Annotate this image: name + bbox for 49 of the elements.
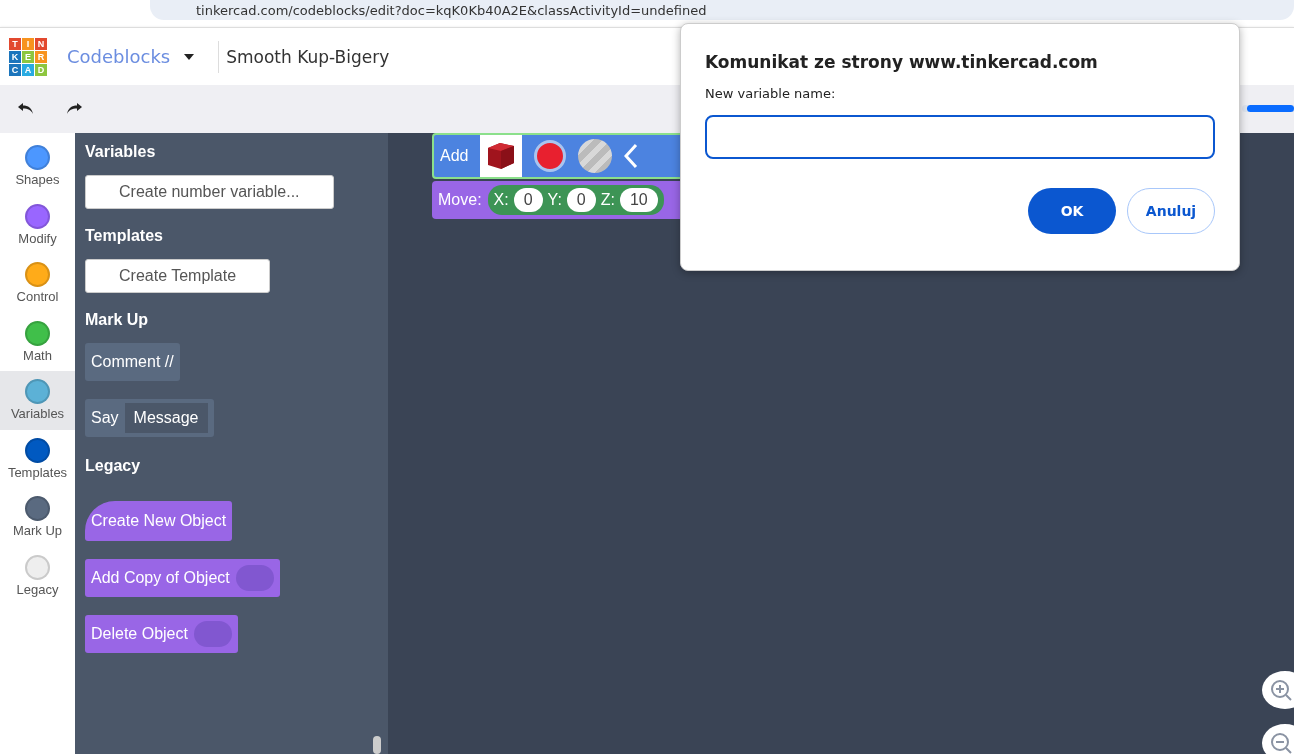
field-label: New variable name: xyxy=(705,86,837,101)
category-item[interactable]: Math xyxy=(0,312,75,371)
axis-label: X: xyxy=(493,191,509,209)
texture-swatch[interactable] xyxy=(578,139,613,173)
axis-label: Z: xyxy=(600,191,615,209)
section-heading: Templates xyxy=(85,227,163,245)
block-label: Add xyxy=(440,147,469,165)
create-button[interactable]: Create number variable... xyxy=(85,175,334,209)
scrollbar-thumb[interactable] xyxy=(373,736,381,754)
url-text: tinkercad.com/codeblocks/edit?doc=kqK0Kb40A2E&classActivityId=undefined xyxy=(196,2,707,18)
category-item[interactable]: Templates xyxy=(0,429,75,488)
section-heading: Mark Up xyxy=(85,311,149,329)
code-block[interactable]: Create New Object xyxy=(85,501,233,541)
category-item[interactable]: Mark Up xyxy=(0,488,75,547)
number-field[interactable]: 10 xyxy=(619,188,658,212)
category-item[interactable]: Variables xyxy=(0,371,75,430)
color-swatch[interactable] xyxy=(534,140,567,172)
block-label: Move: xyxy=(438,191,482,209)
ok-button[interactable]: OK xyxy=(1028,188,1116,234)
zoom-in-icon xyxy=(1270,679,1292,701)
number-field[interactable]: 0 xyxy=(513,188,543,212)
section-heading: Legacy xyxy=(85,457,141,475)
category-item[interactable]: Legacy xyxy=(0,546,75,605)
code-block[interactable]: Comment // xyxy=(85,343,180,381)
code-block[interactable]: Say Message xyxy=(85,399,214,437)
create-button[interactable]: Create Template xyxy=(85,259,271,293)
chevron-left-icon[interactable] xyxy=(624,143,639,169)
zoom-out-icon xyxy=(1270,732,1292,754)
axis-label: Y: xyxy=(547,191,562,209)
category-item[interactable]: Shapes xyxy=(0,137,75,196)
number-field[interactable]: 0 xyxy=(566,188,596,212)
block-label: Add Copy of Object xyxy=(91,569,230,587)
section-heading: Variables xyxy=(85,143,156,161)
category-item[interactable]: Control xyxy=(0,254,75,313)
redo-icon[interactable] xyxy=(65,102,83,116)
code-block[interactable]: Delete Object xyxy=(85,615,238,653)
tinkercad-logo[interactable]: T I N K E R C A D xyxy=(9,37,47,76)
cancel-button[interactable]: Anuluj xyxy=(1127,188,1215,234)
category-item[interactable]: Modify xyxy=(0,195,75,254)
cube-icon[interactable] xyxy=(480,135,523,177)
dialog-title: Komunikat ze strony www.tinkercad.com xyxy=(705,52,1099,72)
project-title[interactable]: Smooth Kup-Bigery xyxy=(218,40,390,73)
block-label: Delete Object xyxy=(91,625,188,643)
block-label: Say xyxy=(91,409,119,427)
address-bar[interactable]: tinkercad.com/codeblocks/edit?doc=kqK0Kb40A2E&classActivityId=undefined xyxy=(150,0,1294,20)
code-block[interactable]: Add Copy of Object xyxy=(85,559,280,597)
variable-name-field[interactable] xyxy=(705,115,1215,159)
caret-icon xyxy=(184,53,195,60)
block-input[interactable]: Message xyxy=(124,403,208,433)
